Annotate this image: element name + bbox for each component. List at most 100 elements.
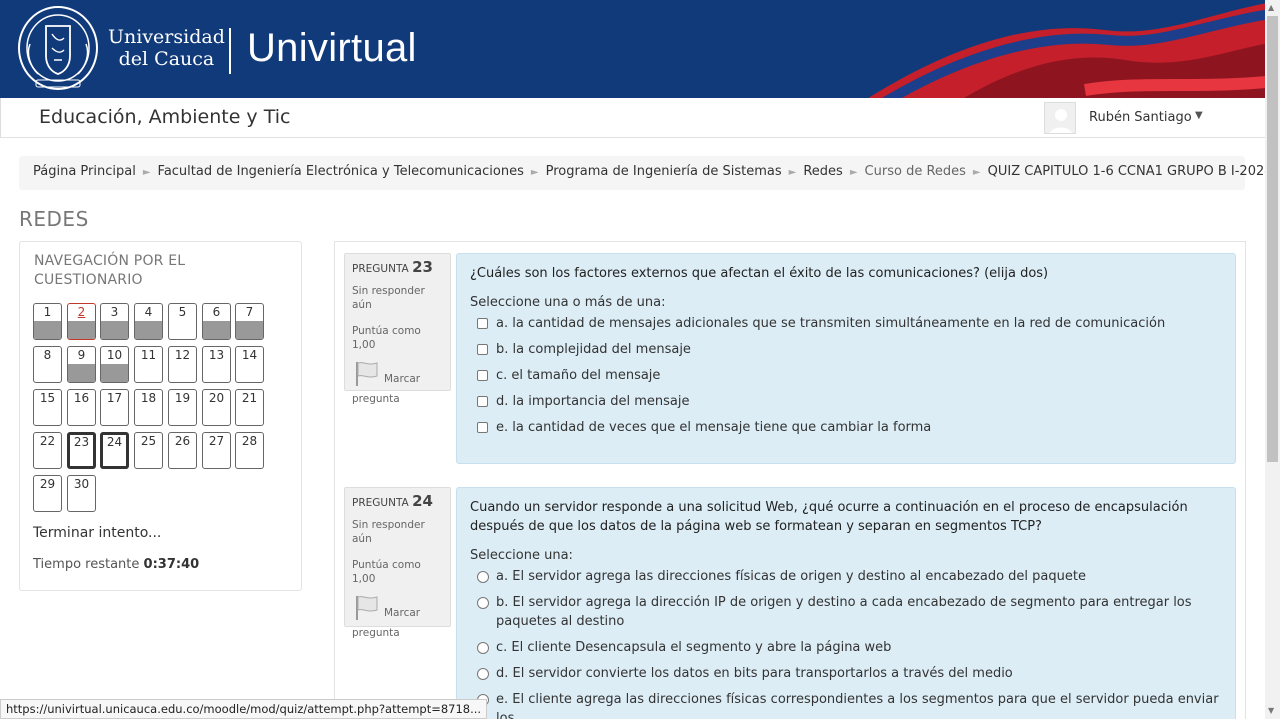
quiz-nav-button[interactable]: 28	[235, 432, 264, 469]
quiz-nav-number[interactable]: 9	[78, 348, 86, 362]
quiz-nav-number[interactable]: 12	[175, 348, 190, 362]
answer-option-d[interactable]: d. la importancia del mensaje	[470, 392, 1222, 411]
quiz-nav-button[interactable]: 2	[67, 303, 96, 340]
quiz-nav-button[interactable]: 4	[134, 303, 163, 340]
quiz-nav-number[interactable]: 1	[44, 305, 52, 319]
quiz-nav-button[interactable]: 8	[33, 346, 62, 383]
quiz-nav-button[interactable]: 29	[33, 475, 62, 512]
answer-option-d[interactable]: d. El servidor convierte los datos en bi…	[470, 664, 1222, 683]
quiz-nav-number[interactable]: 4	[145, 305, 153, 319]
quiz-nav-button[interactable]: 26	[168, 432, 197, 469]
quiz-nav-button[interactable]: 12	[168, 346, 197, 383]
scrollbar-thumb[interactable]	[1267, 16, 1278, 462]
answer-label[interactable]: a. El servidor agrega las direcciones fí…	[496, 569, 1086, 584]
quiz-nav-button[interactable]: 22	[33, 432, 62, 469]
quiz-nav-number[interactable]: 16	[74, 391, 89, 405]
checkbox[interactable]	[477, 370, 488, 381]
flag-label[interactable]: Marcar	[384, 372, 420, 386]
answer-option-a[interactable]: a. la cantidad de mensajes adicionales q…	[470, 314, 1222, 333]
quiz-nav-number[interactable]: 3	[111, 305, 119, 319]
answer-option-b[interactable]: b. El servidor agrega la dirección IP de…	[470, 593, 1222, 631]
quiz-nav-button[interactable]: 19	[168, 389, 197, 426]
quiz-nav-number[interactable]: 10	[107, 348, 122, 362]
breadcrumb-program[interactable]: Programa de Ingeniería de Sistemas	[546, 164, 782, 179]
quiz-nav-number[interactable]: 21	[242, 391, 257, 405]
quiz-nav-number[interactable]: 22	[40, 434, 55, 448]
answer-option-c[interactable]: c. El cliente Desencapsula el segmento y…	[470, 638, 1222, 657]
quiz-nav-button[interactable]: 20	[202, 389, 231, 426]
radio-button[interactable]	[477, 571, 489, 583]
quiz-nav-number[interactable]: 24	[107, 435, 122, 449]
flag-label[interactable]: Marcar	[384, 606, 420, 620]
answer-label[interactable]: a. la cantidad de mensajes adicionales q…	[496, 316, 1165, 331]
flag-label-2[interactable]: pregunta	[352, 626, 400, 640]
quiz-nav-number[interactable]: 27	[209, 434, 224, 448]
answer-option-e[interactable]: e. la cantidad de veces que el mensaje t…	[470, 418, 1222, 437]
quiz-nav-button[interactable]: 16	[67, 389, 96, 426]
quiz-nav-number[interactable]: 29	[40, 477, 55, 491]
page-scrollbar[interactable]: ▲ ▼	[1265, 0, 1280, 719]
radio-button[interactable]	[477, 668, 489, 680]
answer-option-b[interactable]: b. la complejidad del mensaje	[470, 340, 1222, 359]
quiz-nav-button[interactable]: 7	[235, 303, 264, 340]
answer-label[interactable]: b. la complejidad del mensaje	[496, 342, 691, 357]
answer-label[interactable]: d. la importancia del mensaje	[496, 394, 689, 409]
quiz-nav-number[interactable]: 8	[44, 348, 52, 362]
scroll-up-icon[interactable]: ▲	[1268, 3, 1274, 12]
flag-icon[interactable]	[353, 594, 381, 622]
caret-down-icon[interactable]: ▼	[1195, 110, 1203, 121]
quiz-nav-button[interactable]: 1	[33, 303, 62, 340]
radio-button[interactable]	[477, 642, 489, 654]
quiz-nav-number[interactable]: 23	[74, 435, 89, 449]
answer-label[interactable]: c. El cliente Desencapsula el segmento y…	[496, 640, 891, 655]
flag-question-toggle[interactable]: Marcar pregunta	[352, 594, 443, 639]
quiz-nav-button[interactable]: 14	[235, 346, 264, 383]
flag-label-2[interactable]: pregunta	[352, 392, 400, 406]
user-menu-name[interactable]: Rubén Santiago	[1089, 110, 1192, 125]
quiz-nav-button[interactable]: 27	[202, 432, 231, 469]
quiz-nav-button[interactable]: 10	[100, 346, 129, 383]
answer-label[interactable]: e. El cliente agrega las direcciones fís…	[496, 692, 1219, 719]
quiz-nav-button[interactable]: 9	[67, 346, 96, 383]
quiz-nav-button[interactable]: 23	[67, 432, 96, 469]
checkbox[interactable]	[477, 422, 488, 433]
quiz-nav-number[interactable]: 6	[213, 305, 221, 319]
quiz-nav-button[interactable]: 15	[33, 389, 62, 426]
quiz-nav-number[interactable]: 2	[78, 305, 86, 319]
answer-option-a[interactable]: a. El servidor agrega las direcciones fí…	[470, 567, 1222, 586]
breadcrumb-home[interactable]: Página Principal	[33, 164, 136, 179]
quiz-nav-button[interactable]: 30	[67, 475, 96, 512]
checkbox[interactable]	[477, 318, 488, 329]
quiz-nav-button[interactable]: 25	[134, 432, 163, 469]
breadcrumb-quiz[interactable]: QUIZ CAPITULO 1-6 CCNA1 GRUPO B I-2024	[988, 164, 1273, 179]
checkbox[interactable]	[477, 396, 488, 407]
flag-icon[interactable]	[353, 360, 381, 388]
course-title[interactable]: Educación, Ambiente y Tic	[39, 106, 290, 128]
checkbox[interactable]	[477, 344, 488, 355]
quiz-nav-number[interactable]: 19	[175, 391, 190, 405]
quiz-nav-number[interactable]: 30	[74, 477, 89, 491]
answer-label[interactable]: c. el tamaño del mensaje	[496, 368, 660, 383]
quiz-nav-button[interactable]: 17	[100, 389, 129, 426]
answer-label[interactable]: e. la cantidad de veces que el mensaje t…	[496, 420, 931, 435]
quiz-nav-button[interactable]: 13	[202, 346, 231, 383]
quiz-nav-number[interactable]: 25	[141, 434, 156, 448]
answer-option-e[interactable]: e. El cliente agrega las direcciones fís…	[470, 690, 1222, 719]
breadcrumb-faculty[interactable]: Facultad de Ingeniería Electrónica y Tel…	[158, 164, 524, 179]
quiz-nav-number[interactable]: 28	[242, 434, 257, 448]
radio-button[interactable]	[477, 597, 489, 609]
quiz-nav-number[interactable]: 20	[209, 391, 224, 405]
flag-question-toggle[interactable]: Marcar pregunta	[352, 360, 443, 405]
breadcrumb-course[interactable]: Curso de Redes	[865, 164, 966, 179]
finish-attempt-link[interactable]: Terminar intento...	[33, 525, 161, 541]
quiz-nav-number[interactable]: 14	[242, 348, 257, 362]
quiz-nav-button[interactable]: 3	[100, 303, 129, 340]
platform-logo[interactable]: Univirtual	[247, 26, 417, 71]
user-avatar[interactable]	[1044, 102, 1076, 134]
quiz-nav-number[interactable]: 11	[141, 348, 156, 362]
answer-label[interactable]: b. El servidor agrega la dirección IP de…	[496, 595, 1192, 629]
quiz-nav-number[interactable]: 7	[246, 305, 254, 319]
quiz-nav-button[interactable]: 11	[134, 346, 163, 383]
quiz-nav-button[interactable]: 24	[100, 432, 129, 469]
quiz-nav-number[interactable]: 13	[209, 348, 224, 362]
